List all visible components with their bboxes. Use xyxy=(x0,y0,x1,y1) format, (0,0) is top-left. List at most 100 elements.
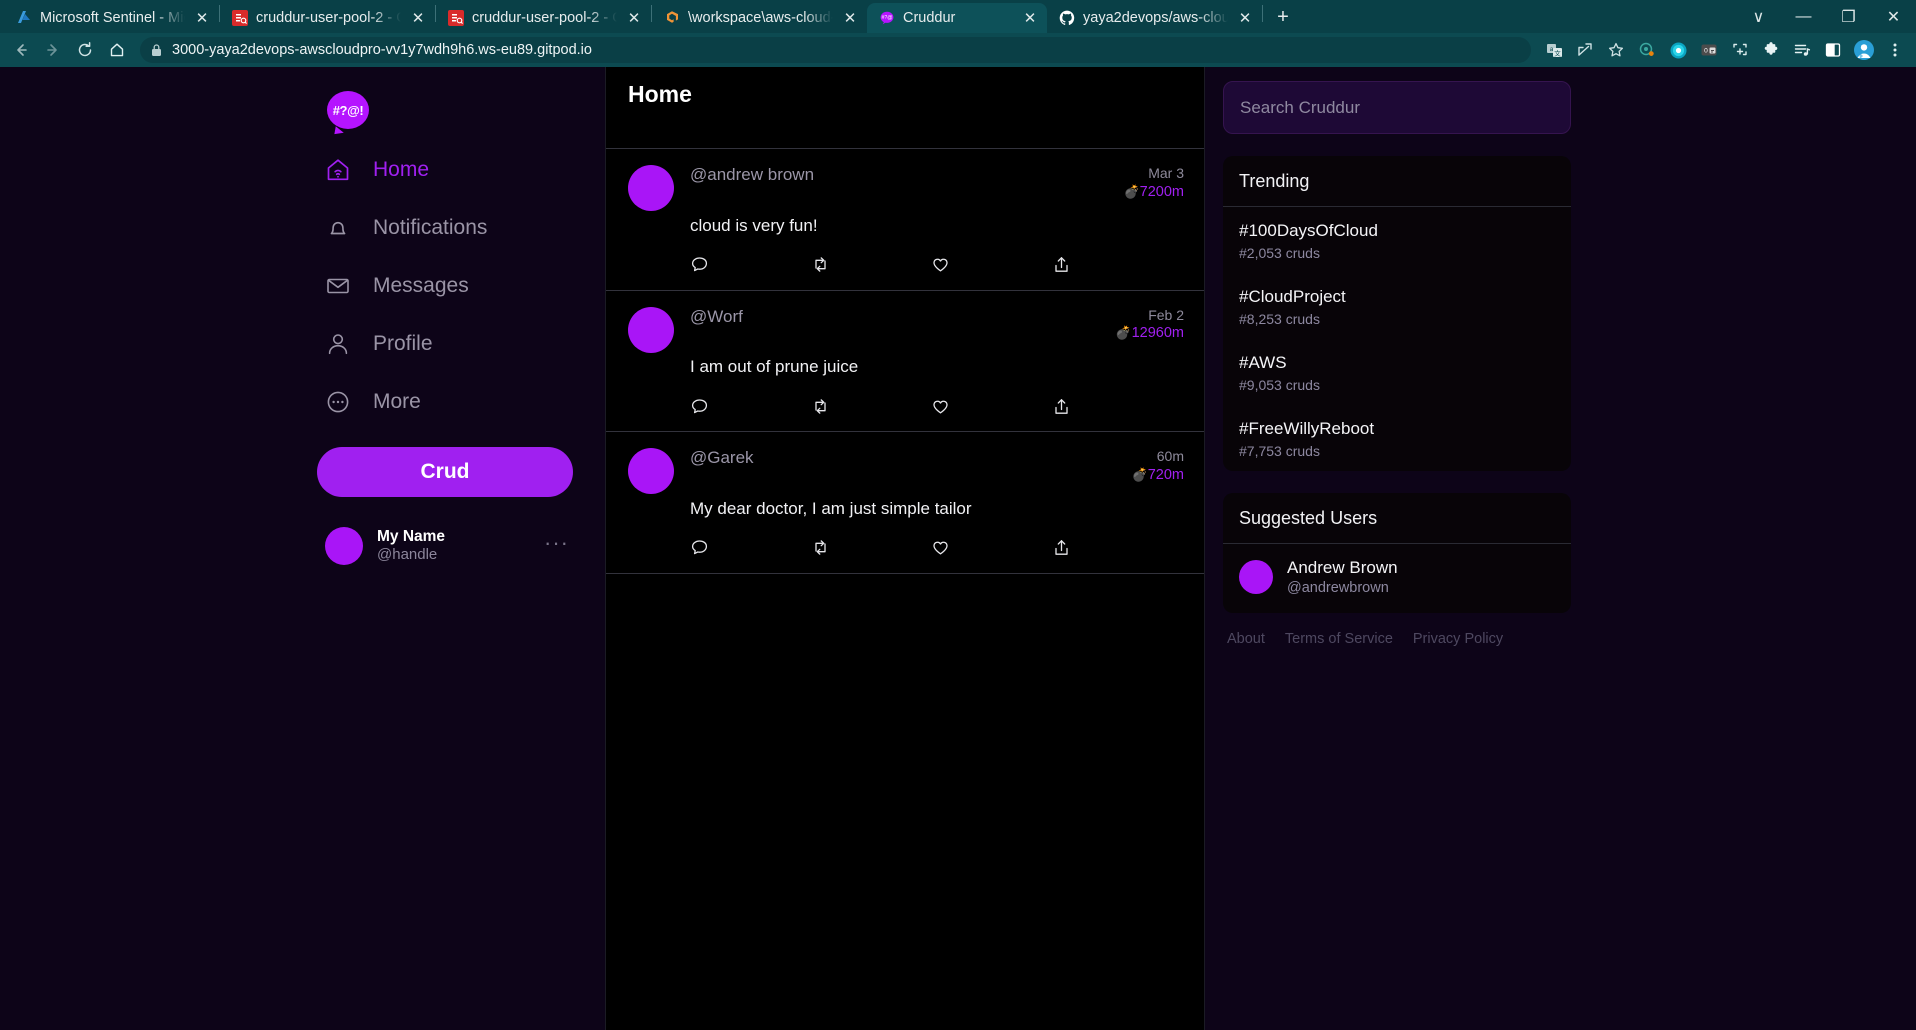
aws-cognito-icon xyxy=(232,10,248,26)
close-icon[interactable]: ✕ xyxy=(1021,9,1039,27)
search-input[interactable] xyxy=(1223,81,1571,134)
avatar[interactable] xyxy=(628,306,674,353)
sidebar-item-more[interactable]: More xyxy=(317,373,577,431)
sidebar-profile[interactable]: My Name @handle ··· xyxy=(317,521,573,571)
svg-text:#?@: #?@ xyxy=(881,15,892,21)
activity-body: @Garek 60m 💣720m My dear doctor, I am ju… xyxy=(690,448,1184,559)
sidebar-item-home[interactable]: Home xyxy=(317,141,577,199)
trending-tag: #CloudProject xyxy=(1239,287,1346,306)
close-window-button[interactable]: ✕ xyxy=(1871,0,1916,33)
like-icon[interactable] xyxy=(931,395,1052,417)
collections-icon[interactable] xyxy=(1632,36,1662,64)
sidebar-item-messages[interactable]: Messages xyxy=(317,257,577,315)
like-icon[interactable] xyxy=(931,254,1052,276)
activity-handle[interactable]: @Worf xyxy=(690,307,1115,327)
activity-handle[interactable]: @Garek xyxy=(690,448,1132,468)
activity-date: 60m xyxy=(1156,448,1184,465)
sidebar-item-notifications[interactable]: Notifications xyxy=(317,199,577,257)
suggested-user-item[interactable]: Andrew Brown @andrewbrown xyxy=(1223,544,1571,613)
trending-tag: #100DaysOfCloud xyxy=(1239,221,1378,240)
share-icon[interactable] xyxy=(1052,254,1173,276)
copilot-icon[interactable] xyxy=(1663,36,1693,64)
activity-item[interactable]: @Garek 60m 💣720m My dear doctor, I am ju… xyxy=(606,432,1204,574)
avatar[interactable] xyxy=(628,165,674,211)
activity-body: @Worf Feb 2 💣12960m I am out of prune ju… xyxy=(690,307,1184,418)
activity-header: @andrew brown Mar 3 💣7200m xyxy=(690,165,1184,201)
reply-icon[interactable] xyxy=(690,395,811,417)
bomb-icon: 💣 xyxy=(1131,466,1148,482)
envelope-icon xyxy=(327,278,349,294)
sidebar-item-profile[interactable]: Profile xyxy=(317,315,577,373)
reply-icon[interactable] xyxy=(690,537,811,559)
window-controls: ∨ — ❐ ✕ xyxy=(1736,0,1916,33)
repost-icon[interactable] xyxy=(811,395,932,417)
trending-item[interactable]: #100DaysOfCloud #2,053 cruds xyxy=(1223,207,1571,273)
sidebar-icon[interactable] xyxy=(1818,36,1848,64)
profile-handle: @handle xyxy=(377,546,438,564)
close-icon[interactable]: ✕ xyxy=(409,9,427,27)
browser-tab-active[interactable]: #?@ Cruddur ✕ xyxy=(867,3,1047,33)
reply-icon[interactable] xyxy=(690,254,811,276)
avatar[interactable] xyxy=(1239,560,1273,595)
trending-count: #8,253 cruds xyxy=(1239,311,1320,327)
browser-tab[interactable]: \workspace\aws-cloud-project-b ✕ xyxy=(652,3,867,33)
profile-avatar-icon[interactable] xyxy=(1849,36,1879,64)
bomb-icon: 💣 xyxy=(1123,183,1140,199)
profile-menu-icon[interactable]: ··· xyxy=(544,531,569,556)
browser-tab[interactable]: yaya2devops/aws-cloud-project- ✕ xyxy=(1047,3,1262,33)
avatar[interactable] xyxy=(628,448,674,495)
lock-icon xyxy=(152,44,161,56)
settings-more-icon[interactable] xyxy=(1880,36,1910,64)
home-icon[interactable] xyxy=(102,36,132,64)
extensions-icon[interactable] xyxy=(1756,36,1786,64)
forward-icon[interactable] xyxy=(38,36,68,64)
password-icon[interactable]: 0 xyxy=(1694,36,1724,64)
new-tab-button[interactable]: + xyxy=(1269,3,1297,31)
close-icon[interactable]: ✕ xyxy=(841,9,859,27)
like-icon[interactable] xyxy=(931,537,1052,559)
avatar[interactable] xyxy=(325,527,363,566)
profile-info: My Name @handle xyxy=(377,527,530,565)
bookmark-star-icon[interactable] xyxy=(1601,36,1631,64)
minimize-button[interactable]: — xyxy=(1781,0,1826,33)
split-screen-icon[interactable] xyxy=(1725,36,1755,64)
cruddur-logo[interactable]: #?@! xyxy=(327,91,369,129)
browser-tab[interactable]: Microsoft Sentinel - Microsoft Az ✕ xyxy=(4,3,219,33)
share-icon[interactable] xyxy=(1570,36,1600,64)
browser-tab[interactable]: cruddur-user-pool-2 - Groupes d ✕ xyxy=(436,3,651,33)
close-icon[interactable]: ✕ xyxy=(193,9,211,27)
close-icon[interactable]: ✕ xyxy=(1236,9,1254,27)
playlist-icon[interactable] xyxy=(1787,36,1817,64)
close-icon[interactable]: ✕ xyxy=(625,9,643,27)
translate-icon[interactable]: a文 xyxy=(1539,36,1569,64)
browser-tab[interactable]: cruddur-user-pool-2 - Groupes d ✕ xyxy=(220,3,435,33)
reload-icon[interactable] xyxy=(70,36,100,64)
svg-text:文: 文 xyxy=(1554,48,1561,57)
gitpod-icon xyxy=(667,11,678,23)
footer-link-privacy[interactable]: Privacy Policy xyxy=(1413,631,1503,647)
back-icon[interactable] xyxy=(6,36,36,64)
repost-icon[interactable] xyxy=(811,537,932,559)
footer-link-terms[interactable]: Terms of Service xyxy=(1285,631,1393,647)
aws-cognito-icon xyxy=(448,10,464,26)
tab-search-chevron-icon[interactable]: ∨ xyxy=(1736,0,1781,33)
logo-area[interactable]: #?@! xyxy=(317,79,577,141)
browser-tab-title: yaya2devops/aws-cloud-project- xyxy=(1083,10,1228,26)
home-icon xyxy=(327,159,349,181)
suggested-user-info: Andrew Brown @andrewbrown xyxy=(1287,557,1398,598)
crud-button[interactable]: Crud xyxy=(317,447,573,497)
address-bar[interactable]: 3000-yaya2devops-awscloudpro-vv1y7wdh9h6… xyxy=(140,37,1531,63)
activity-item[interactable]: @andrew brown Mar 3 💣7200m cloud is very… xyxy=(606,149,1204,291)
activity-item[interactable]: @Worf Feb 2 💣12960m I am out of prune ju… xyxy=(606,291,1204,433)
trending-item[interactable]: #CloudProject #8,253 cruds xyxy=(1223,273,1571,339)
share-icon[interactable] xyxy=(1052,395,1173,417)
maximize-button[interactable]: ❐ xyxy=(1826,0,1871,33)
trending-item[interactable]: #AWS #9,053 cruds xyxy=(1223,339,1571,405)
footer-link-about[interactable]: About xyxy=(1227,631,1265,647)
repost-icon[interactable] xyxy=(811,254,932,276)
trending-item[interactable]: #FreeWillyReboot #7,753 cruds xyxy=(1223,405,1571,471)
rail-container: Trending #100DaysOfCloud #2,053 cruds #C… xyxy=(1223,81,1571,647)
share-icon[interactable] xyxy=(1052,537,1173,559)
activity-handle[interactable]: @andrew brown xyxy=(690,165,1123,185)
person-icon xyxy=(328,334,348,355)
